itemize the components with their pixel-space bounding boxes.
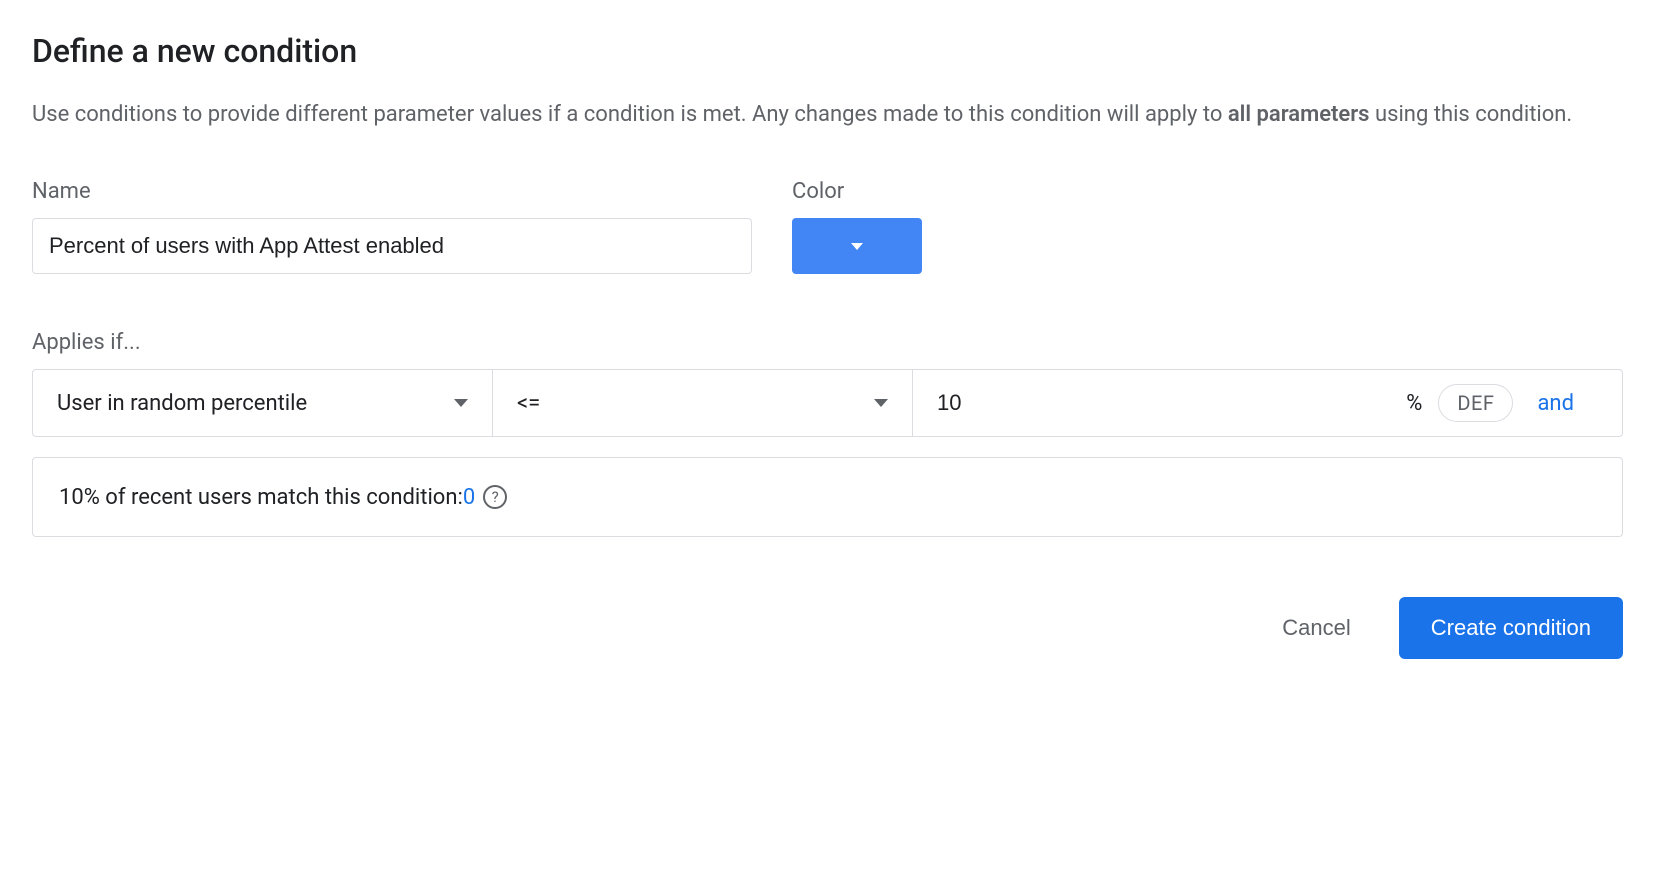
page-title: Define a new condition xyxy=(32,32,1623,70)
help-icon[interactable]: ? xyxy=(483,485,507,509)
def-chip[interactable]: DEF xyxy=(1438,384,1513,422)
and-link[interactable]: and xyxy=(1537,391,1574,416)
caret-down-icon xyxy=(454,399,468,407)
description-part2: using this condition. xyxy=(1370,102,1573,127)
name-label: Name xyxy=(32,179,752,204)
description-text: Use conditions to provide different para… xyxy=(32,98,1623,131)
create-condition-button[interactable]: Create condition xyxy=(1399,597,1623,659)
condition-operator-dropdown[interactable]: <= xyxy=(493,370,913,436)
color-label: Color xyxy=(792,179,922,204)
cancel-button[interactable]: Cancel xyxy=(1266,603,1366,653)
caret-down-icon xyxy=(874,399,888,407)
description-bold: all parameters xyxy=(1228,102,1370,127)
condition-value-input[interactable] xyxy=(937,390,1406,416)
match-info: 10% of recent users match this condition… xyxy=(32,457,1623,537)
condition-operator-value: <= xyxy=(517,391,540,416)
description-part1: Use conditions to provide different para… xyxy=(32,102,1228,127)
condition-value-section: % DEF and xyxy=(913,370,1622,436)
caret-down-icon xyxy=(851,243,863,250)
match-count: 0 xyxy=(463,485,475,510)
name-input[interactable] xyxy=(32,218,752,274)
actions-row: Cancel Create condition xyxy=(32,597,1623,659)
condition-type-dropdown[interactable]: User in random percentile xyxy=(33,370,493,436)
condition-row: User in random percentile <= % DEF and xyxy=(32,369,1623,437)
color-dropdown[interactable] xyxy=(792,218,922,274)
condition-type-value: User in random percentile xyxy=(57,391,307,416)
applies-if-label: Applies if... xyxy=(32,330,1623,355)
percent-sign: % xyxy=(1406,391,1422,416)
match-text: 10% of recent users match this condition… xyxy=(59,485,463,510)
